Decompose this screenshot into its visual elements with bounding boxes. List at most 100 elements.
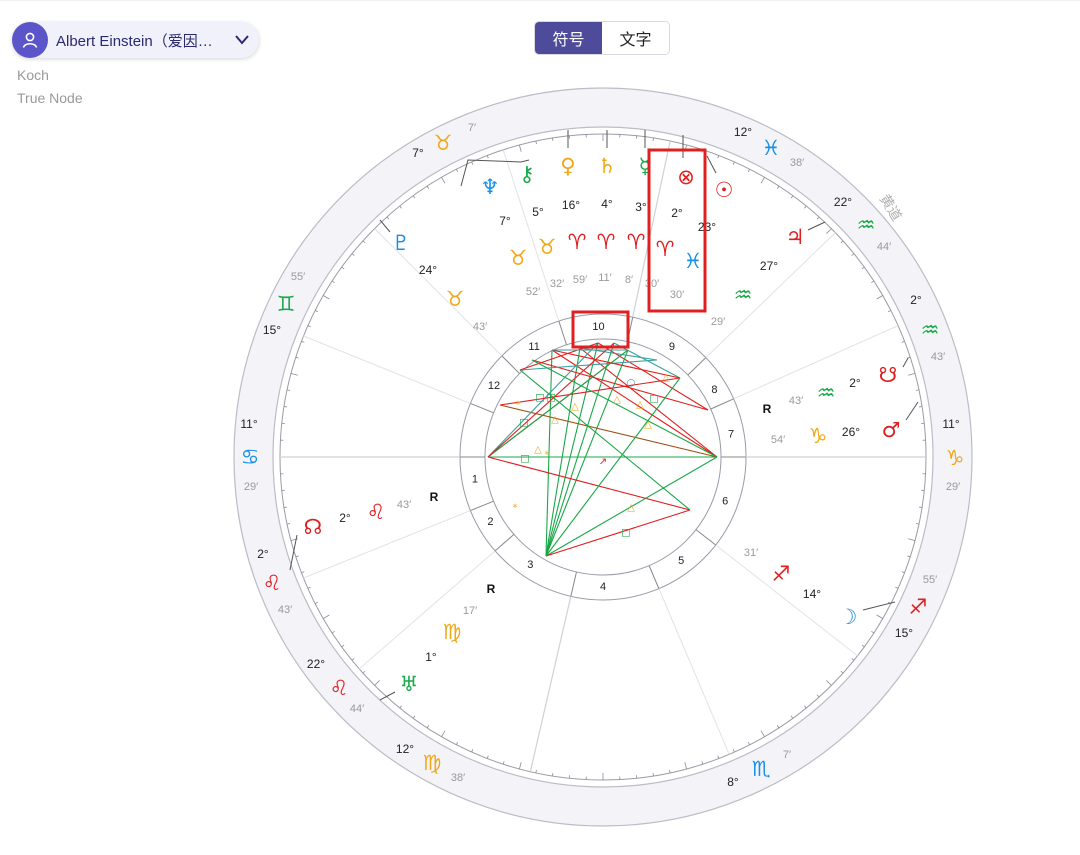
planet-sign-icon: ♉ xyxy=(509,246,528,270)
sign-cusp-minutes: 44′ xyxy=(877,241,891,253)
planet-sign-icon: ♓ xyxy=(684,249,703,273)
planet-minutes: 43′ xyxy=(473,321,487,333)
sign-cusp-degree: 7° xyxy=(412,146,424,160)
aspect-glyph: ○ xyxy=(627,378,636,389)
aspect-glyph: ↗ xyxy=(599,457,607,468)
planet-sign-icon: ♈ xyxy=(568,230,587,254)
sign-glyph-icon: ♊ xyxy=(277,292,296,316)
planet-minutes: 31′ xyxy=(744,547,758,559)
part-of-fortune-icon: ⊗ xyxy=(677,165,695,189)
aspect-glyph: △ xyxy=(636,400,644,411)
uranus-icon: ♅ xyxy=(400,672,419,696)
sign-glyph-icon: ♉ xyxy=(434,131,453,155)
aspect-glyph: △ xyxy=(644,420,652,431)
planet-minutes: 30′ xyxy=(670,289,684,301)
house-number-11: 11 xyxy=(528,341,539,353)
planet-minutes: 30′ xyxy=(645,278,659,290)
mars-icon: ♂ xyxy=(882,418,901,442)
planet-sign-icon: ♒ xyxy=(734,283,753,307)
sign-glyph-icon: ♌ xyxy=(263,571,282,595)
planet-degree: 7° xyxy=(499,214,511,228)
pluto-icon: ♇ xyxy=(392,231,411,255)
aspect-glyph: △ xyxy=(662,373,670,384)
aspect-glyph: △ xyxy=(627,503,635,514)
sign-glyph-icon: ♑ xyxy=(946,446,965,470)
planet-degree: 23° xyxy=(698,220,716,234)
aspect-glyph: □ xyxy=(649,394,658,405)
planet-minutes: 43′ xyxy=(397,499,411,511)
planet-sign-icon: ♈ xyxy=(627,230,646,254)
sign-cusp-minutes: 29′ xyxy=(244,481,258,493)
sign-glyph-icon: ♋ xyxy=(241,445,260,469)
planet-minutes: 59′ xyxy=(573,274,587,286)
planet-degree: 24° xyxy=(419,263,437,277)
saturn-icon: ♄ xyxy=(598,154,617,178)
sign-glyph-icon: ♏ xyxy=(752,757,771,781)
house-number-8: 8 xyxy=(711,384,717,396)
planet-degree: 1° xyxy=(425,650,437,664)
aspect-glyph: * xyxy=(516,400,521,411)
planet-minutes: 52′ xyxy=(526,286,540,298)
sign-cusp-minutes: 38′ xyxy=(790,157,804,169)
planet-degree: 4° xyxy=(601,197,613,211)
aspect-glyph: △ xyxy=(534,445,542,456)
planet-minutes: 43′ xyxy=(789,395,803,407)
jupiter-icon: ♃ xyxy=(786,225,805,249)
sign-cusp-minutes: 43′ xyxy=(278,604,292,616)
aspect-glyph: □ xyxy=(546,393,555,404)
planet-sign-icon: ♉ xyxy=(446,287,465,311)
astrology-chart-wheel: 1234567891011127° ♉ 12°♓38′22°♒44′2°♒43′11… xyxy=(233,87,973,827)
venus-icon: ♀ xyxy=(560,154,575,178)
sign-glyph-icon: ♒ xyxy=(857,213,876,237)
sign-glyph-icon: ♒ xyxy=(921,318,940,342)
aspect-glyph: * xyxy=(513,503,518,514)
retrograde-marker: R xyxy=(487,582,496,596)
planet-sign-icon: ♑ xyxy=(809,424,828,448)
house-number-1: 1 xyxy=(472,474,478,486)
planet-degree: 3° xyxy=(635,200,647,214)
sign-cusp-degree: 11° xyxy=(942,417,959,431)
house-number-2: 2 xyxy=(487,516,493,528)
sign-glyph-icon: ♐ xyxy=(909,595,928,619)
planet-sign-icon: ♈ xyxy=(597,230,616,254)
sign-cusp-minutes: 44′ xyxy=(350,703,364,715)
sign-cusp-minutes: 29′ xyxy=(946,481,960,493)
north-node-icon: ☊ xyxy=(304,515,323,539)
planet-degree: 5° xyxy=(532,205,544,219)
aspect-glyph: □ xyxy=(621,528,630,539)
sign-cusp-degree: 22° xyxy=(307,657,325,671)
moon-icon: ☽ xyxy=(839,605,858,629)
sign-glyph-icon: ♌ xyxy=(330,676,349,700)
planet-degree: 16° xyxy=(562,198,580,212)
sign-cusp-minutes: 38′ xyxy=(451,772,465,784)
aspect-glyph: □ xyxy=(520,454,529,465)
planet-minutes: 8′ xyxy=(625,274,633,286)
sign-cusp-minutes: 7′ xyxy=(468,122,476,134)
aspect-glyph: □ xyxy=(535,393,544,404)
planet-degree: 14° xyxy=(803,587,821,601)
house-number-3: 3 xyxy=(527,559,533,571)
sign-cusp-degree: 11° xyxy=(240,417,257,431)
sign-cusp-minutes: 55′ xyxy=(923,574,937,586)
sign-cusp-degree: 2° xyxy=(910,293,922,307)
planet-minutes: 32′ xyxy=(550,278,564,290)
house-number-12: 12 xyxy=(488,380,500,392)
planet-degree: 27° xyxy=(760,259,778,273)
sun-icon: ☉ xyxy=(715,178,734,202)
sign-cusp-degree: 22° xyxy=(834,195,852,209)
house-number-5: 5 xyxy=(678,555,684,567)
south-node-icon: ☋ xyxy=(879,363,898,387)
sign-cusp-degree: 2° xyxy=(257,547,269,561)
chiron-icon: ⚷ xyxy=(519,162,534,186)
house-number-4: 4 xyxy=(600,581,606,593)
sign-cusp-minutes: 43′ xyxy=(931,351,945,363)
planet-sign-icon: ♈ xyxy=(656,237,675,261)
planet-sign-icon: ♉ xyxy=(538,235,557,259)
planet-degree: 26° xyxy=(842,425,860,439)
planet-minutes: 54′ xyxy=(771,434,785,446)
retrograde-marker: R xyxy=(430,490,439,504)
planet-minutes: 17′ xyxy=(463,605,477,617)
neptune-icon: ♆ xyxy=(481,175,500,199)
planet-degree: 2° xyxy=(849,376,861,390)
planet-sign-icon: ♌ xyxy=(367,500,386,524)
